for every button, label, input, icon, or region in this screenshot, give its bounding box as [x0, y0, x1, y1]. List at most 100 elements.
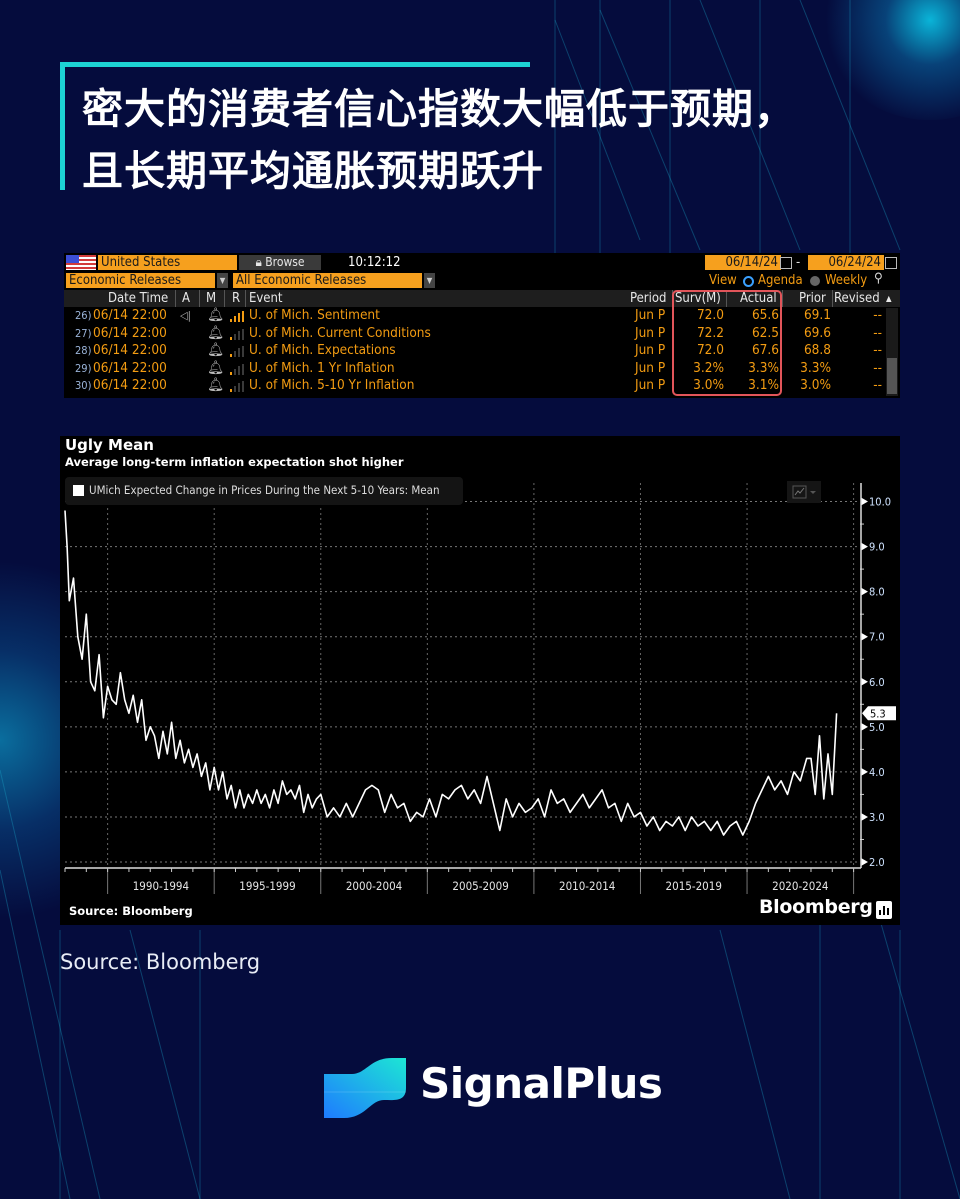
row-datetime: 06/14 22:00	[93, 359, 167, 376]
column-divider	[199, 290, 200, 307]
series-line	[64, 510, 838, 836]
bell-icon[interactable]: 🔔︎	[207, 325, 224, 342]
signalplus-logo-icon	[322, 1056, 408, 1124]
column-divider	[224, 290, 225, 307]
page-title-line-1: 密大的消费者信心指数大幅低于预期，	[82, 85, 796, 133]
row-prior: 3.0%	[800, 377, 831, 393]
agenda-radio[interactable]	[743, 276, 754, 287]
title-accent-bar	[60, 62, 530, 67]
y-tick-mark	[861, 497, 868, 506]
bloomberg-logo: Bloomberg	[759, 896, 873, 918]
chart-type-menu[interactable]	[787, 481, 821, 503]
y-tick-mark	[861, 632, 868, 641]
legend-swatch[interactable]	[73, 485, 84, 496]
y-tick-label: 7.0	[869, 631, 885, 644]
bell-icon[interactable]: 🔔︎	[207, 342, 224, 359]
bell-icon[interactable]: 🔔︎	[207, 377, 224, 394]
row-prior: 69.6	[803, 324, 831, 341]
y-tick-mark	[861, 587, 868, 596]
legend-label: UMich Expected Change in Prices During t…	[89, 483, 440, 497]
line-chart-icon	[792, 485, 816, 499]
row-event[interactable]: U. of Mich. 1 Yr Inflation	[249, 360, 395, 377]
weekly-radio[interactable]	[810, 276, 820, 286]
us-flag-icon	[66, 255, 96, 270]
row-index[interactable]: 30)	[75, 377, 91, 394]
y-tick-mark	[861, 722, 868, 731]
col-revised[interactable]: Revised	[834, 290, 880, 307]
country-field[interactable]: United States	[98, 255, 237, 270]
scroll-up-arrow-icon[interactable]: ▲	[886, 290, 892, 307]
row-revised: --	[873, 307, 882, 323]
y-tick-label: 5.0	[869, 721, 885, 734]
signalplus-brand: SignalPlus	[420, 1059, 663, 1108]
row-index[interactable]: 28)	[75, 342, 91, 359]
row-event[interactable]: U. of Mich. 5-10 Yr Inflation	[249, 377, 414, 394]
row-event[interactable]: U. of Mich. Current Conditions	[249, 325, 431, 342]
col-event[interactable]: Event	[249, 290, 283, 307]
zoom-search-icon[interactable]: ⚲	[874, 271, 883, 286]
x-tick-label: 2015-2019	[666, 879, 722, 893]
page-title-line-2: 且长期平均通胀预期跃升	[82, 147, 544, 195]
x-tick-label: 1990-1994	[133, 879, 189, 893]
chevron-down-icon	[810, 491, 816, 494]
row-index[interactable]: 26)	[75, 307, 91, 324]
scrollbar[interactable]	[886, 308, 898, 396]
y-tick-label: 10.0	[869, 496, 891, 509]
col-alert[interactable]: A	[182, 290, 190, 307]
browse-label: Browse	[265, 255, 305, 269]
y-tick-label: 6.0	[869, 676, 885, 689]
row-datetime: 06/14 22:00	[93, 342, 167, 358]
page-title: 密大的消费者信心指数大幅低于预期， 且长期平均通胀预期跃升	[82, 78, 796, 202]
row-event[interactable]: U. of Mich. Sentiment	[249, 307, 380, 324]
filter-select[interactable]: All Economic Releases	[233, 273, 422, 288]
chart-plot: 10.0 9.0 8.0 7.0 6.0 5.0 4.0 3.0 2.0 1990-1994 199…	[64, 483, 896, 894]
terminal-clock: 10:12:12	[348, 255, 401, 270]
category-select[interactable]: Economic Releases	[66, 273, 215, 288]
chart-subtitle: Average long-term inflation expectation …	[65, 455, 404, 469]
row-revised: --	[873, 359, 882, 376]
row-revised: --	[873, 342, 882, 358]
col-prior[interactable]: Prior	[799, 290, 826, 307]
highlight-box	[672, 290, 782, 396]
category-dropdown-arrow-icon[interactable]: ▼	[217, 273, 228, 288]
date-from-field[interactable]: 06/14/24	[705, 255, 781, 270]
row-revised: --	[873, 324, 882, 341]
y-tick-mark	[861, 812, 868, 821]
column-divider	[782, 290, 783, 307]
row-prior: 69.1	[803, 307, 831, 323]
column-divider	[175, 290, 176, 307]
col-period[interactable]: Period	[630, 290, 666, 307]
y-tick-mark	[861, 542, 868, 551]
y-tick-label: 2.0	[869, 856, 885, 869]
date-to-field[interactable]: 06/24/24	[808, 255, 884, 270]
row-index[interactable]: 27)	[75, 325, 91, 342]
x-tick-label: 2005-2009	[452, 879, 508, 893]
footer-source: Source: Bloomberg	[60, 950, 261, 974]
row-period: Jun P	[635, 307, 666, 323]
bell-icon[interactable]: 🔔︎	[207, 307, 224, 324]
row-index[interactable]: 29)	[75, 360, 91, 377]
col-relevance[interactable]: R	[232, 290, 240, 307]
scrollbar-thumb[interactable]	[887, 358, 897, 394]
bloomberg-chart-icon	[876, 901, 892, 919]
chart-source: Source: Bloomberg	[69, 904, 193, 918]
view-option-weekly[interactable]: Weekly	[825, 273, 867, 288]
filter-dropdown-arrow-icon[interactable]: ▼	[424, 273, 435, 288]
calendar-icon[interactable]	[885, 257, 897, 269]
speaker-icon[interactable]: ◁|	[180, 307, 191, 324]
row-event[interactable]: U. of Mich. Expectations	[249, 342, 396, 359]
view-option-agenda[interactable]: Agenda	[758, 273, 803, 288]
x-tick-label: 2020-2024	[772, 879, 828, 893]
col-datetime[interactable]: Date Time	[108, 290, 168, 307]
browse-button[interactable]: 🔒︎ Browse	[239, 255, 321, 270]
x-tick-label: 2010-2014	[559, 879, 615, 893]
row-datetime: 06/14 22:00	[93, 307, 167, 323]
row-period: Jun P	[635, 342, 666, 358]
y-tick-label: 3.0	[869, 811, 885, 824]
calendar-icon[interactable]	[780, 257, 792, 269]
chart-legend: UMich Expected Change in Prices During t…	[65, 477, 463, 505]
bell-icon[interactable]: 🔔︎	[207, 360, 224, 377]
col-monitor[interactable]: M	[206, 290, 216, 307]
row-datetime: 06/14 22:00	[93, 377, 167, 393]
row-period: Jun P	[635, 324, 666, 341]
